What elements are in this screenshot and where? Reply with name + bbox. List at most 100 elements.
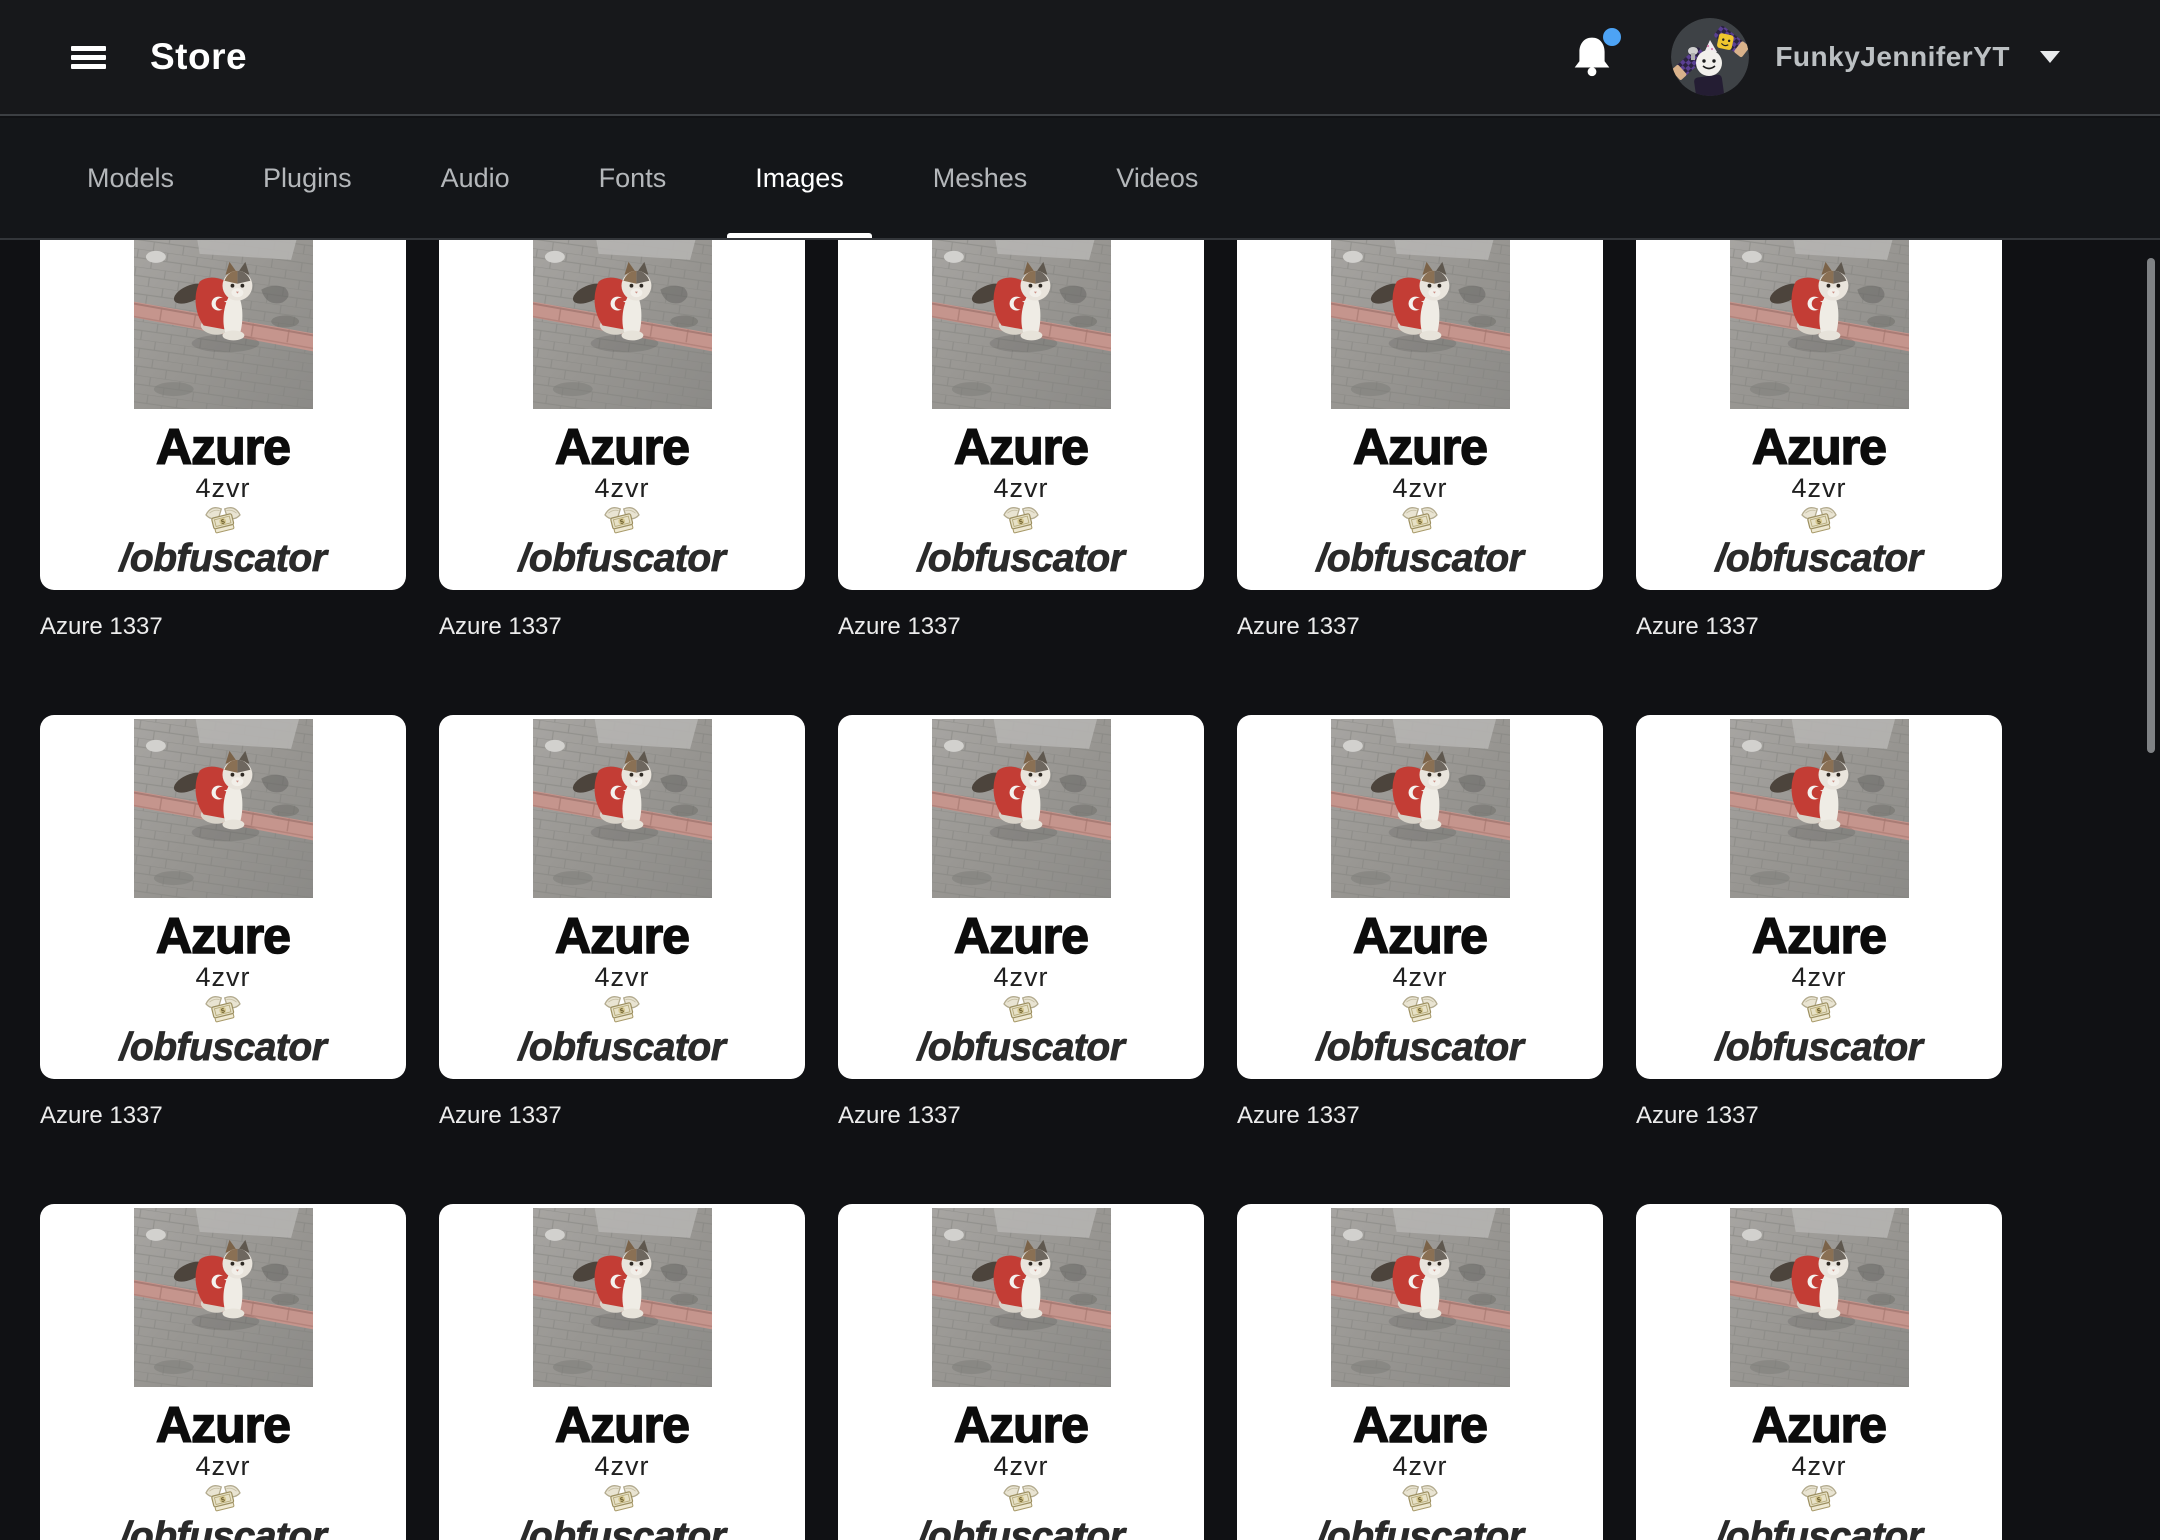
thumbnail-brand-text: Azure	[1352, 908, 1488, 964]
notifications-button[interactable]	[1573, 28, 1622, 78]
asset-title[interactable]: Azure 1337	[40, 612, 406, 642]
thumbnail-code-text: 4zvr	[1791, 962, 1847, 992]
tab-images[interactable]: Images	[727, 118, 872, 238]
thumbnail-handle-text: /obfuscator	[119, 1515, 327, 1540]
asset-item: Azure 4zvr /obfuscator Azure 1337	[40, 240, 406, 642]
money-with-wings-emoji	[200, 1481, 246, 1515]
thumbnail-handle-text: /obfuscator	[518, 537, 726, 581]
thumbnail-code-text: 4zvr	[993, 473, 1049, 503]
asset-item: Azure 4zvr /obfuscator Azure 1337	[1636, 1204, 2002, 1540]
asset-title[interactable]: Azure 1337	[838, 1101, 1204, 1131]
asset-item: Azure 4zvr /obfuscator Azure 1337	[439, 240, 805, 642]
asset-thumbnail-card[interactable]: Azure 4zvr /obfuscator	[1237, 715, 1603, 1079]
thumbnail-brand-text: Azure	[953, 908, 1089, 964]
thumbnail-handle-text: /obfuscator	[1316, 1026, 1524, 1070]
thumbnail-handle-text: /obfuscator	[1715, 1026, 1923, 1070]
asset-title[interactable]: Azure 1337	[439, 612, 805, 642]
asset-thumbnail-card[interactable]: Azure 4zvr /obfuscator	[40, 715, 406, 1079]
vertical-scrollbar-thumb[interactable]	[2147, 258, 2155, 753]
asset-thumbnail-card[interactable]: Azure 4zvr /obfuscator	[439, 240, 805, 590]
money-with-wings-emoji	[200, 503, 246, 537]
asset-thumbnail-card[interactable]: Azure 4zvr /obfuscator	[838, 1204, 1204, 1540]
thumbnail-handle-text: /obfuscator	[1715, 537, 1923, 581]
thumbnail-code-text: 4zvr	[195, 962, 251, 992]
caret-down-icon	[2040, 51, 2060, 63]
tab-models[interactable]: Models	[59, 118, 202, 238]
asset-thumbnail-card[interactable]: Azure 4zvr /obfuscator	[838, 715, 1204, 1079]
top-bar: Store FunkyJenniferYT	[0, 0, 2160, 116]
avatar	[1671, 18, 1749, 96]
money-with-wings-emoji	[998, 503, 1044, 537]
asset-title[interactable]: Azure 1337	[439, 1101, 805, 1131]
thumbnail-code-text: 4zvr	[594, 962, 650, 992]
asset-title[interactable]: Azure 1337	[1237, 612, 1603, 642]
asset-thumbnail-card[interactable]: Azure 4zvr /obfuscator	[439, 1204, 805, 1540]
asset-thumbnail-card[interactable]: Azure 4zvr /obfuscator	[1636, 715, 2002, 1079]
asset-thumbnail-card[interactable]: Azure 4zvr /obfuscator	[1237, 240, 1603, 590]
thumbnail-handle-text: /obfuscator	[917, 1515, 1125, 1540]
cat-with-red-cape-photo	[533, 1208, 712, 1387]
header-right: FunkyJenniferYT	[1573, 18, 2060, 96]
cat-with-red-cape-photo	[134, 240, 313, 409]
cat-with-red-cape-photo	[932, 1208, 1111, 1387]
asset-title[interactable]: Azure 1337	[1237, 1101, 1603, 1131]
thumbnail-code-text: 4zvr	[1791, 473, 1847, 503]
thumbnail-brand-text: Azure	[155, 419, 291, 475]
thumbnail-brand-text: Azure	[1352, 419, 1488, 475]
money-with-wings-emoji	[1796, 503, 1842, 537]
tab-meshes[interactable]: Meshes	[905, 118, 1056, 238]
asset-item: Azure 4zvr /obfuscator Azure 1337	[838, 1204, 1204, 1540]
asset-title[interactable]: Azure 1337	[1636, 612, 2002, 642]
cat-with-red-cape-photo	[1730, 240, 1909, 409]
thumbnail-code-text: 4zvr	[594, 473, 650, 503]
asset-thumbnail-card[interactable]: Azure 4zvr /obfuscator	[1636, 1204, 2002, 1540]
asset-item: Azure 4zvr /obfuscator Azure 1337	[40, 1204, 406, 1540]
asset-item: Azure 4zvr /obfuscator Azure 1337	[838, 240, 1204, 642]
unread-notification-dot	[1603, 28, 1622, 46]
cat-with-red-cape-photo	[1730, 1208, 1909, 1387]
thumbnail-handle-text: /obfuscator	[119, 537, 327, 581]
money-with-wings-emoji	[200, 992, 246, 1026]
thumbnail-brand-text: Azure	[1751, 1397, 1887, 1453]
thumbnail-handle-text: /obfuscator	[917, 537, 1125, 581]
account-menu[interactable]: FunkyJenniferYT	[1671, 18, 2060, 96]
cat-with-red-cape-photo	[932, 240, 1111, 409]
thumbnail-handle-text: /obfuscator	[1316, 537, 1524, 581]
asset-item: Azure 4zvr /obfuscator Azure 1337	[40, 715, 406, 1131]
asset-item: Azure 4zvr /obfuscator Azure 1337	[1237, 715, 1603, 1131]
username: FunkyJenniferYT	[1775, 41, 2010, 72]
asset-title[interactable]: Azure 1337	[838, 612, 1204, 642]
category-tabs: Models Plugins Audio Fonts Images Meshes…	[0, 118, 2160, 240]
page-title: Store	[150, 36, 248, 77]
cat-with-red-cape-photo	[932, 719, 1111, 898]
thumbnail-handle-text: /obfuscator	[518, 1026, 726, 1070]
thumbnail-handle-text: /obfuscator	[1715, 1515, 1923, 1540]
hamburger-menu-icon[interactable]	[71, 45, 106, 69]
tab-audio[interactable]: Audio	[413, 118, 538, 238]
money-with-wings-emoji	[998, 1481, 1044, 1515]
asset-item: Azure 4zvr /obfuscator Azure 1337	[1636, 715, 2002, 1131]
asset-thumbnail-card[interactable]: Azure 4zvr /obfuscator	[1636, 240, 2002, 590]
asset-item: Azure 4zvr /obfuscator Azure 1337	[1237, 240, 1603, 642]
money-with-wings-emoji	[599, 503, 645, 537]
asset-thumbnail-card[interactable]: Azure 4zvr /obfuscator	[1237, 1204, 1603, 1540]
tab-videos[interactable]: Videos	[1088, 118, 1226, 238]
asset-title[interactable]: Azure 1337	[40, 1101, 406, 1131]
avatar-image	[1671, 18, 1749, 96]
asset-item: Azure 4zvr /obfuscator Azure 1337	[439, 715, 805, 1131]
asset-thumbnail-card[interactable]: Azure 4zvr /obfuscator	[838, 240, 1204, 590]
cat-with-red-cape-photo	[134, 719, 313, 898]
tab-plugins[interactable]: Plugins	[235, 118, 380, 238]
asset-thumbnail-card[interactable]: Azure 4zvr /obfuscator	[40, 240, 406, 590]
asset-title[interactable]: Azure 1337	[1636, 1101, 2002, 1131]
tab-fonts[interactable]: Fonts	[571, 118, 695, 238]
thumbnail-brand-text: Azure	[554, 419, 690, 475]
money-with-wings-emoji	[599, 1481, 645, 1515]
money-with-wings-emoji	[1796, 992, 1842, 1026]
asset-thumbnail-card[interactable]: Azure 4zvr /obfuscator	[40, 1204, 406, 1540]
thumbnail-brand-text: Azure	[554, 908, 690, 964]
thumbnail-code-text: 4zvr	[195, 1451, 251, 1481]
thumbnail-brand-text: Azure	[1751, 419, 1887, 475]
asset-thumbnail-card[interactable]: Azure 4zvr /obfuscator	[439, 715, 805, 1079]
asset-item: Azure 4zvr /obfuscator Azure 1337	[439, 1204, 805, 1540]
